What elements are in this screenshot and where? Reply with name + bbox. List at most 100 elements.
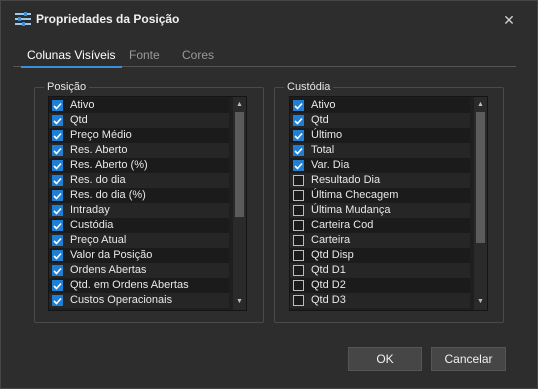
list-item[interactable]: Carteira	[290, 233, 470, 248]
dialog-window: Propriedades da Posição ✕ Colunas Visíve…	[0, 0, 538, 389]
check-icon	[294, 147, 303, 155]
checkbox[interactable]	[52, 280, 63, 291]
list-item-label: Qtd D1	[311, 264, 346, 276]
checkbox[interactable]	[52, 130, 63, 141]
list-item[interactable]: Ativo	[290, 98, 470, 113]
scroll-down-arrow-icon[interactable]: ▼	[233, 295, 246, 308]
list-item[interactable]: Carteira Cod	[290, 218, 470, 233]
list-item-label: Ativo	[70, 99, 95, 111]
list-item[interactable]: Valor da Posição	[49, 248, 229, 263]
checkbox[interactable]	[293, 280, 304, 291]
scroll-up-arrow-icon[interactable]: ▲	[233, 98, 246, 111]
list-item-label: Custos Operacionais	[70, 294, 173, 306]
vertical-scrollbar[interactable]: ▲ ▼	[233, 97, 246, 310]
checkbox[interactable]	[293, 295, 304, 306]
scroll-thumb[interactable]	[235, 112, 244, 217]
list-item[interactable]: Intraday	[49, 203, 229, 218]
list-item[interactable]: Custódia	[49, 218, 229, 233]
list-item[interactable]: Ordens Abertas	[49, 263, 229, 278]
checkbox[interactable]	[52, 205, 63, 216]
list-item-label: Preço Atual	[70, 234, 127, 246]
checkbox[interactable]	[293, 115, 304, 126]
checkbox[interactable]	[293, 205, 304, 216]
list-item-label: Total	[311, 144, 335, 156]
check-icon	[53, 237, 62, 245]
checkbox[interactable]	[293, 145, 304, 156]
posicao-group-label: Posição	[44, 81, 90, 93]
tab-cores[interactable]: Cores	[182, 45, 214, 67]
checkbox[interactable]	[52, 145, 63, 156]
check-icon	[53, 267, 62, 275]
checkbox[interactable]	[293, 175, 304, 186]
list-item-label: Ordens Abertas	[70, 264, 147, 276]
list-item[interactable]: Qtd D3	[290, 293, 470, 308]
list-item[interactable]: Qtd. em Ordens Abertas	[49, 278, 229, 293]
cancel-button[interactable]: Cancelar	[431, 347, 506, 371]
checkbox[interactable]	[52, 235, 63, 246]
list-item-label: Última Mudança	[311, 204, 391, 216]
checkbox[interactable]	[293, 100, 304, 111]
list-item[interactable]: Res. Aberto (%)	[49, 158, 229, 173]
list-item[interactable]: Res. Aberto	[49, 143, 229, 158]
tab-colunas-visiveis[interactable]: Colunas Visíveis	[21, 45, 121, 68]
list-item[interactable]: Var. Dia	[290, 158, 470, 173]
tab-fonte[interactable]: Fonte	[129, 45, 160, 67]
check-icon	[53, 252, 62, 260]
title-bar: Propriedades da Posição ✕	[1, 1, 537, 37]
custodia-listbox[interactable]: Ativo Qtd Último Total Var. Dia Resultado Dia…	[289, 96, 488, 311]
checkbox[interactable]	[52, 265, 63, 276]
checkbox[interactable]	[293, 160, 304, 171]
checkbox[interactable]	[52, 115, 63, 126]
list-item[interactable]: Total	[290, 143, 470, 158]
checkbox[interactable]	[52, 100, 63, 111]
list-item[interactable]: Qtd	[290, 113, 470, 128]
checkbox[interactable]	[52, 160, 63, 171]
list-item[interactable]: Último	[290, 128, 470, 143]
list-item-label: Resultado Dia	[311, 174, 381, 186]
list-item-label: Qtd D2	[311, 279, 346, 291]
checkbox[interactable]	[293, 265, 304, 276]
checkbox[interactable]	[52, 175, 63, 186]
list-item[interactable]: Ativo	[49, 98, 229, 113]
checkbox[interactable]	[293, 130, 304, 141]
checkbox[interactable]	[52, 190, 63, 201]
posicao-listbox[interactable]: Ativo Qtd Preço Médio Res. Aberto Res. Abert…	[48, 96, 247, 311]
checkbox[interactable]	[293, 190, 304, 201]
check-icon	[294, 132, 303, 140]
close-button[interactable]: ✕	[501, 12, 517, 28]
list-item[interactable]: Preço Atual	[49, 233, 229, 248]
scroll-down-arrow-icon[interactable]: ▼	[474, 295, 487, 308]
scroll-up-arrow-icon[interactable]: ▲	[474, 98, 487, 111]
list-item-label: Qtd	[311, 114, 329, 126]
checkbox[interactable]	[293, 220, 304, 231]
scroll-thumb[interactable]	[476, 112, 485, 243]
checkbox[interactable]	[293, 250, 304, 261]
list-item[interactable]: Custos Operacionais	[49, 293, 229, 308]
list-item[interactable]: Res. do dia	[49, 173, 229, 188]
list-item[interactable]: Qtd D2	[290, 278, 470, 293]
checkbox[interactable]	[52, 220, 63, 231]
ok-button[interactable]: OK	[348, 347, 422, 371]
list-item[interactable]: Res. do dia (%)	[49, 188, 229, 203]
list-item[interactable]: Última Checagem	[290, 188, 470, 203]
list-item[interactable]: Resultado Dia	[290, 173, 470, 188]
checkbox[interactable]	[293, 235, 304, 246]
list-item[interactable]: Última Mudança	[290, 203, 470, 218]
list-item[interactable]: Qtd D1	[290, 263, 470, 278]
check-icon	[53, 207, 62, 215]
vertical-scrollbar[interactable]: ▲ ▼	[474, 97, 487, 310]
check-icon	[53, 177, 62, 185]
list-item[interactable]: Qtd Disp	[290, 248, 470, 263]
checkbox[interactable]	[52, 250, 63, 261]
posicao-group: Posição Ativo Qtd Preço Médio Res. Aberto Re…	[34, 81, 264, 323]
list-item-label: Qtd Disp	[311, 249, 354, 261]
list-item-label: Res. do dia (%)	[70, 189, 146, 201]
list-item-label: Última Checagem	[311, 189, 399, 201]
list-item-label: Qtd. em Ordens Abertas	[70, 279, 189, 291]
list-item[interactable]: Qtd	[49, 113, 229, 128]
window-title: Propriedades da Posição	[36, 12, 180, 26]
sliders-icon	[15, 12, 31, 26]
checkbox[interactable]	[52, 295, 63, 306]
list-item[interactable]: Preço Médio	[49, 128, 229, 143]
check-icon	[53, 117, 62, 125]
